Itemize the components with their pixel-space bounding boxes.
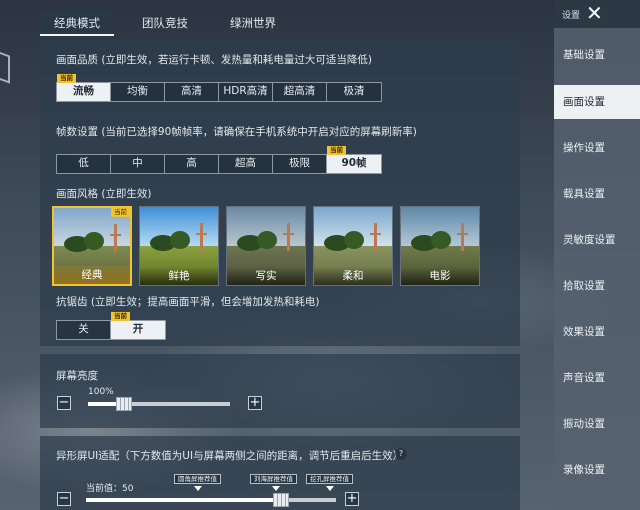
tab-classic[interactable]: 经典模式 [40, 10, 114, 36]
fps-label: 帧数设置 (当前已选择90帧帧率，请确保在手机系统中开启对应的屏幕刷新率) [56, 126, 417, 138]
close-icon[interactable]: ✕ [586, 2, 603, 24]
antialias-on[interactable]: 当前 开 [111, 312, 165, 339]
style-caption: 柔和 [314, 267, 392, 285]
antialias-selector: 关 当前 开 [56, 312, 166, 340]
brightness-label: 屏幕亮度 [56, 370, 98, 382]
style-label: 画面风格 (立即生效) [56, 188, 152, 200]
fps-option-mid[interactable]: 中 [111, 155, 165, 173]
quality-option-balanced[interactable]: 均衡 [111, 83, 165, 101]
help-icon[interactable]: ? [395, 448, 407, 460]
notch-decrease-button[interactable]: − [57, 492, 71, 506]
sidebar-item-recording[interactable]: 录像设置 [554, 453, 640, 487]
sidebar-item-controls[interactable]: 操作设置 [554, 131, 640, 165]
quality-option-hdr[interactable]: HDR高清 [219, 83, 273, 101]
brightness-increase-button[interactable]: + [248, 396, 262, 410]
graphics-panel: 画面品质 (立即生效，若运行卡顿、发热量和耗电量过大可适当降低) 当前 流畅 均… [40, 40, 520, 346]
marker-punch-hole: 挖孔屏推荐值 [306, 474, 353, 484]
mode-tabs: 经典模式 团队竞技 绿洲世界 [40, 10, 304, 36]
sidebar-item-sound[interactable]: 声音设置 [554, 361, 640, 395]
sidebar-item-vibration[interactable]: 振动设置 [554, 407, 640, 441]
style-caption: 经典 [54, 266, 130, 284]
quality-option-extreme[interactable]: 极清 [327, 83, 381, 101]
marker-arrow [272, 486, 280, 491]
notch-slider-handle[interactable] [273, 493, 289, 507]
style-option-soft[interactable]: 柔和 [313, 206, 393, 286]
style-caption: 写实 [227, 267, 305, 285]
tab-oasis[interactable]: 绿洲世界 [216, 10, 290, 36]
fps-option-low[interactable]: 低 [57, 155, 111, 173]
quality-label: 画面品质 (立即生效，若运行卡顿、发热量和耗电量过大可适当降低) [56, 54, 373, 66]
fps-option-high[interactable]: 高 [165, 155, 219, 173]
notch-value: 当前值：50 [86, 484, 134, 494]
style-caption: 电影 [401, 267, 479, 285]
style-option-realistic[interactable]: 写实 [226, 206, 306, 286]
style-option-cinema[interactable]: 电影 [400, 206, 480, 286]
sidebar-title: 设置 [562, 11, 581, 21]
current-badge: 当前 [57, 74, 76, 83]
sidebar-item-effects[interactable]: 效果设置 [554, 315, 640, 349]
antialias-off[interactable]: 关 [57, 321, 111, 339]
style-caption: 鲜艳 [140, 267, 218, 285]
brightness-slider[interactable] [88, 402, 230, 406]
settings-sidebar: 设置 ✕ 基础设置 画面设置 操作设置 载具设置 灵敏度设置 拾取设置 效果设置… [554, 0, 640, 510]
notch-label: 异形屏UI适配（下方数值为UI与屏幕两侧之间的距离，调节后重启后生效） [56, 450, 404, 462]
sidebar-header: 设置 ✕ [554, 0, 640, 28]
brightness-panel: 屏幕亮度 − 100% + [40, 354, 520, 428]
brightness-decrease-button[interactable]: − [57, 396, 71, 410]
notch-slider[interactable] [86, 498, 336, 502]
quality-option-hd[interactable]: 高清 [165, 83, 219, 101]
marker-notch: 刘海屏推荐值 [250, 474, 297, 484]
fps-selector: 低 中 高 超高 极限 当前 90帧 [56, 146, 382, 174]
current-badge: 当前 [111, 312, 130, 321]
style-option-classic[interactable]: 当前 经典 [52, 206, 132, 286]
marker-arrow [326, 486, 334, 491]
quality-selector: 当前 流畅 均衡 高清 HDR高清 超高清 极清 [56, 74, 382, 102]
notch-panel: 异形屏UI适配（下方数值为UI与屏幕两侧之间的距离，调节后重启后生效） ? − … [40, 436, 520, 510]
current-badge: 当前 [327, 146, 346, 155]
fps-option-90[interactable]: 当前 90帧 [327, 146, 381, 173]
antialias-label: 抗锯齿 (立即生效；提高画面平滑，但会增加发热和耗电) [56, 296, 320, 308]
tab-team[interactable]: 团队竞技 [128, 10, 202, 36]
brightness-slider-handle[interactable] [115, 397, 132, 411]
quality-option-smooth[interactable]: 当前 流畅 [57, 74, 111, 101]
fps-option-extreme[interactable]: 极限 [273, 155, 327, 173]
fps-option-ultra[interactable]: 超高 [219, 155, 273, 173]
sidebar-item-sensitivity[interactable]: 灵敏度设置 [554, 223, 640, 257]
style-option-vivid[interactable]: 鲜艳 [139, 206, 219, 286]
notch-increase-button[interactable]: + [345, 492, 359, 506]
quality-option-uhd[interactable]: 超高清 [273, 83, 327, 101]
current-badge: 当前 [111, 208, 130, 217]
sidebar-item-pickup[interactable]: 拾取设置 [554, 269, 640, 303]
marker-rounded: 圆角屏推荐值 [174, 474, 221, 484]
sidebar-item-basic[interactable]: 基础设置 [554, 38, 640, 72]
sidebar-item-graphics[interactable]: 画面设置 [554, 85, 640, 119]
brightness-value: 100% [88, 387, 114, 397]
style-selector: 当前 经典 鲜艳 写实 柔和 电影 [52, 206, 487, 286]
marker-arrow [194, 486, 202, 491]
sidebar-item-vehicle[interactable]: 载具设置 [554, 177, 640, 211]
